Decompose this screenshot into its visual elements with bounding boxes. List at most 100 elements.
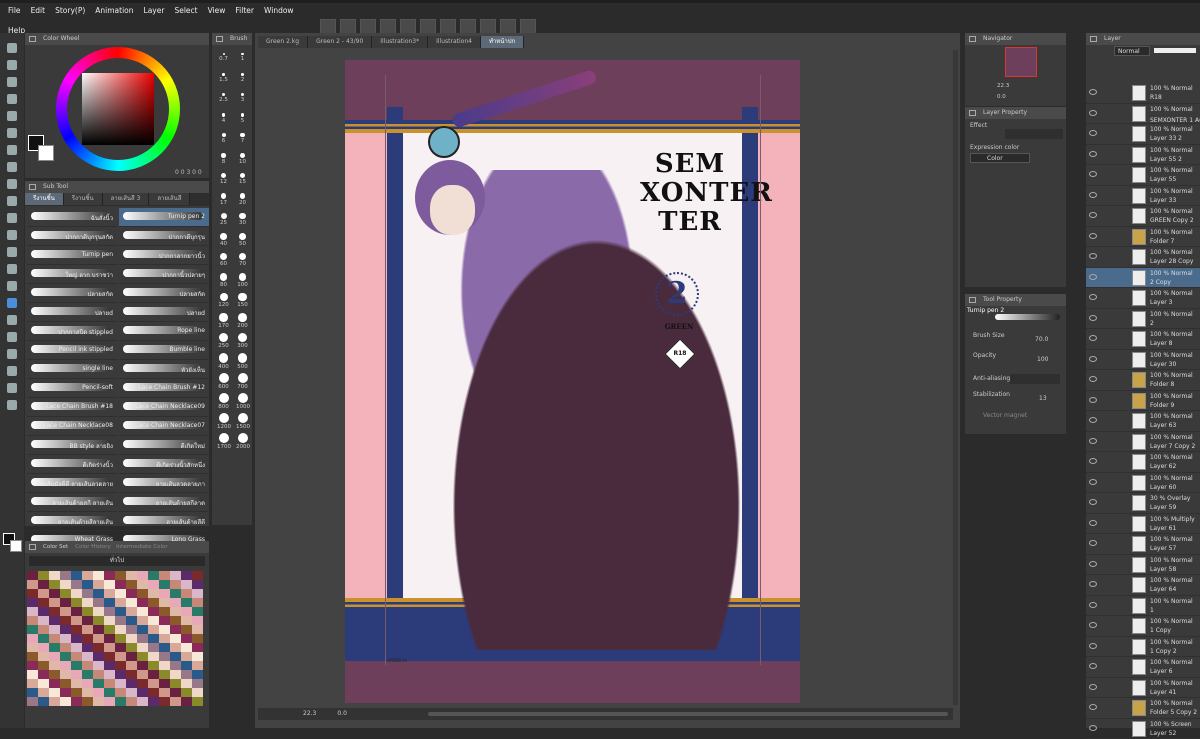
brush-size-option[interactable]: 150 [236,293,249,305]
color-swatch[interactable] [49,661,60,670]
brush-size-option[interactable]: 20 [236,193,249,205]
horizontal-scrollbar[interactable] [428,712,948,716]
color-swatch[interactable] [170,652,181,661]
color-swatch[interactable] [115,589,126,598]
brush-size-option[interactable]: 1200 [217,413,230,425]
eye-icon[interactable] [1089,704,1097,710]
color-swatch[interactable] [38,643,49,652]
color-swatch[interactable] [93,589,104,598]
brush-item[interactable]: ปากกาลากยาวนิ้ว [119,246,209,265]
color-swatch[interactable] [38,589,49,598]
brush-item[interactable]: Pencil-soft [27,379,117,398]
color-swatch[interactable] [170,598,181,607]
eye-icon[interactable] [1089,499,1097,505]
balloon-icon[interactable] [3,383,21,398]
color-swatch[interactable] [60,670,71,679]
eye-icon[interactable] [1089,520,1097,526]
layer-row[interactable]: 100 % NormalLayer 33 [1086,186,1200,207]
brush-item[interactable]: ลายเส้นมังดีตี ลายเส้นลวดลาย [27,474,117,493]
brush-size-option[interactable]: 300 [236,333,249,345]
color-swatch[interactable] [115,571,126,580]
color-swatch[interactable] [60,679,71,688]
saturation-square[interactable] [82,73,154,145]
layer-row[interactable]: 100 % Normal1 Copy [1086,616,1200,637]
eye-icon[interactable] [1089,315,1097,321]
canvas-page[interactable]: SEM XONTER TER 2 GREEN R18 GREEN ch [345,60,800,703]
color-swatch[interactable] [71,571,82,580]
color-swatch[interactable] [82,571,93,580]
fill-tool-icon[interactable] [3,281,21,296]
zoom-tool-icon[interactable] [3,43,21,58]
color-swatch[interactable] [49,697,60,706]
color-swatch[interactable] [181,634,192,643]
color-swatch[interactable] [148,580,159,589]
color-swatch[interactable] [82,670,93,679]
eye-icon[interactable] [1089,171,1097,177]
color-swatch[interactable] [27,679,38,688]
brush-item[interactable]: ลายเส้นด้ายสีดี [119,512,209,531]
eye-icon[interactable] [1089,581,1097,587]
layer-row[interactable]: 100 % NormalLayer 55 2 [1086,145,1200,166]
color-swatch[interactable] [159,571,170,580]
brush-item[interactable]: หัวยังเห็น [119,360,209,379]
color-swatch[interactable] [181,589,192,598]
color-swatch[interactable] [27,670,38,679]
color-swatch[interactable] [93,670,104,679]
color-swatch[interactable] [38,616,49,625]
layer-row[interactable]: 100 % NormalLayer 57 [1086,534,1200,555]
color-swatch[interactable] [170,670,181,679]
eye-icon[interactable] [1089,192,1097,198]
color-swatch[interactable] [71,643,82,652]
document-tab[interactable]: Illustration4 [428,36,481,48]
brush-item[interactable]: ปลายd [119,303,209,322]
color-swatch[interactable] [170,688,181,697]
eye-icon[interactable] [1089,602,1097,608]
color-swatch[interactable] [71,670,82,679]
color-swatch[interactable] [104,616,115,625]
eye-icon[interactable] [1089,110,1097,116]
color-swatch[interactable] [82,688,93,697]
layer-row[interactable]: 100 % NormalLayer 28 Copy [1086,247,1200,268]
brush-item[interactable]: ดีเกิดร่างนิ้ว [27,455,117,474]
color-swatch[interactable] [60,661,71,670]
color-swatch[interactable] [137,580,148,589]
color-swatch[interactable] [159,625,170,634]
color-swatch[interactable] [159,697,170,706]
brush-item[interactable]: ลายเส้นด้ายสีลายเส้น [27,512,117,531]
color-swatch[interactable] [159,688,170,697]
color-swatch[interactable] [148,688,159,697]
brush-size-option[interactable]: 30 [236,213,249,225]
color-swatch[interactable] [126,571,137,580]
blend-mode-select[interactable]: Normal [1114,46,1150,56]
airbrush-icon[interactable] [3,213,21,228]
color-swatch[interactable] [49,670,60,679]
color-swatch[interactable] [126,661,137,670]
intermediate-color-tab[interactable]: Intermediate Color [116,544,168,550]
color-swatch[interactable] [104,571,115,580]
eye-icon[interactable] [1089,438,1097,444]
layer-row[interactable]: 100 % MultiplyLayer 61 [1086,514,1200,535]
color-swatch[interactable] [137,643,148,652]
correct-line-icon[interactable] [3,400,21,415]
color-swatch[interactable] [148,571,159,580]
pen-icon[interactable] [3,162,21,177]
menu-animation[interactable]: Animation [95,1,133,21]
color-swatch[interactable] [104,643,115,652]
layer-row[interactable]: 100 % NormalLayer 64 [1086,575,1200,596]
brush-size-option[interactable]: 7 [236,133,249,145]
color-swatch[interactable] [38,670,49,679]
color-swatch[interactable] [126,697,137,706]
brush-item[interactable]: Lace Chain Necklace09 [119,398,209,417]
color-swatch[interactable] [38,661,49,670]
color-swatch[interactable] [104,688,115,697]
color-swatch[interactable] [49,688,60,697]
layer-row[interactable]: 100 % NormalLayer 63 [1086,411,1200,432]
brush-size-value[interactable]: 70.0 [1035,336,1048,343]
color-swatch[interactable] [71,661,82,670]
color-swatch[interactable] [60,607,71,616]
brush-item[interactable]: ปากกานิ้วปลายๆ [119,265,209,284]
brush-size-option[interactable]: 1000 [236,393,249,405]
layer-row[interactable]: 100 % NormalSEMXONTER 1 A6 ลิขสิทธิ์ [1086,104,1200,125]
brush-size-option[interactable]: 2.5 [217,93,230,105]
color-swatch[interactable] [49,625,60,634]
